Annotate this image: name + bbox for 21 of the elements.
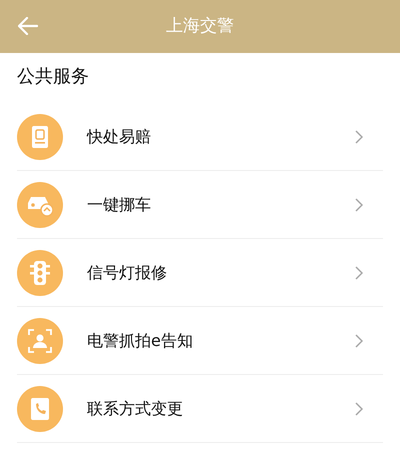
- chevron-right-icon: [355, 198, 363, 212]
- traffic-light-icon: [27, 260, 53, 286]
- back-arrow-icon: [18, 17, 38, 35]
- header-title: 上海交警: [166, 14, 234, 38]
- chevron-right-icon: [355, 130, 363, 144]
- service-item[interactable]: 联系方式变更: [17, 375, 383, 443]
- service-label: 一键挪车: [87, 194, 152, 216]
- chevron-right-icon: [355, 334, 363, 348]
- chevron-right-icon: [355, 266, 363, 280]
- service-item[interactable]: 信号灯报修: [17, 239, 383, 307]
- service-label: 电警抓拍e告知: [87, 330, 194, 352]
- person-frame-icon: [27, 328, 53, 354]
- back-button[interactable]: [16, 14, 40, 38]
- section-title: 公共服务: [16, 65, 90, 89]
- chevron-right-icon: [355, 402, 363, 416]
- service-label: 联系方式变更: [87, 398, 184, 420]
- service-item[interactable]: 电警抓拍e告知: [17, 307, 383, 375]
- service-label: 快处易赔: [87, 126, 152, 148]
- service-item[interactable]: 一键挪车: [17, 171, 383, 239]
- service-label: 信号灯报修: [87, 262, 168, 284]
- service-item[interactable]: 快处易赔: [17, 103, 383, 171]
